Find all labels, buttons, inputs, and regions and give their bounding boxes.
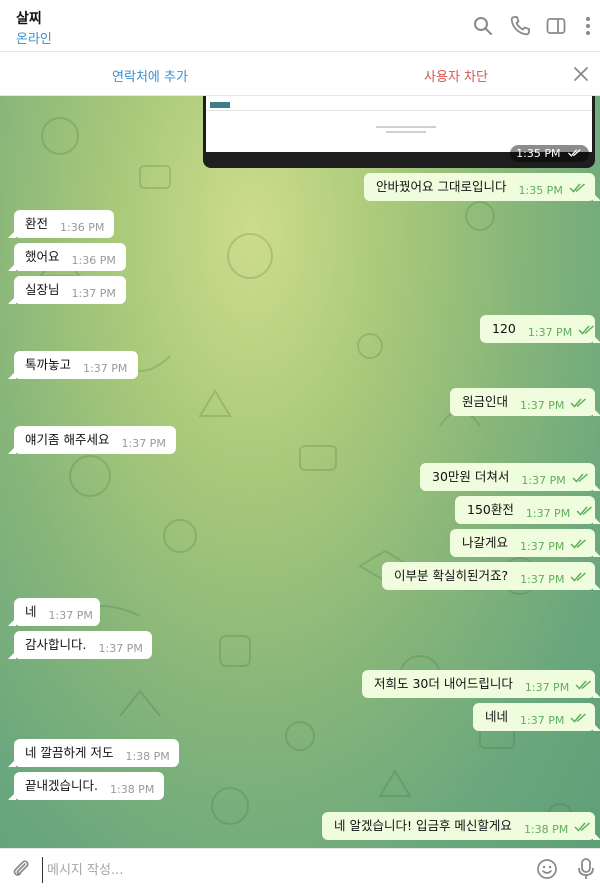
block-user-button[interactable]: 사용자 차단 <box>300 66 600 85</box>
message-timestamp: 1:37 PM <box>520 573 565 586</box>
outgoing-message[interactable]: 이부분 확실히된거죠? 1:37 PM <box>382 562 600 590</box>
double-check-icon <box>576 506 593 516</box>
incoming-message[interactable]: 감사합니다. 1:37 PM <box>8 631 152 659</box>
outgoing-message[interactable]: 원금인대 1:37 PM <box>450 388 600 416</box>
chat-title[interactable]: 살찌 <box>16 8 42 28</box>
message-text: 환전 <box>25 216 49 231</box>
contact-action-bar: 연락처에 추가 사용자 차단 <box>0 52 600 96</box>
outgoing-message[interactable]: 네 알겠습니다! 입금후 메신할게요 1:38 PM <box>322 812 600 840</box>
message-text: 네네 <box>485 709 509 724</box>
outgoing-message[interactable]: 120 1:37 PM <box>480 315 600 343</box>
incoming-message[interactable]: 환전 1:36 PM <box>8 210 114 238</box>
message-timestamp: 1:35 PM <box>518 184 563 197</box>
message-text: 저희도 30더 내어드립니다 <box>374 676 513 691</box>
message-text: 네 <box>25 604 37 619</box>
double-check-icon <box>575 680 592 690</box>
incoming-message[interactable]: 실장님 1:37 PM <box>8 276 126 304</box>
double-check-icon <box>578 325 595 335</box>
message-timestamp: 1:37 PM <box>98 642 143 655</box>
message-text: 150환전 <box>467 502 514 517</box>
message-timestamp: 1:36 PM <box>71 254 116 267</box>
double-check-icon <box>570 539 587 549</box>
outgoing-message[interactable]: 저희도 30더 내어드립니다 1:37 PM <box>362 670 600 698</box>
message-text: 이부분 확실히된거죠? <box>394 568 509 583</box>
message-timestamp: 1:37 PM <box>525 507 571 520</box>
chat-history[interactable]: 1:35 PM 안바꿨어요 그대로입니다 1:35 PM 환전 1:36 PM 했어요 1… <box>0 96 600 848</box>
message-timestamp: 1:37 PM <box>527 326 573 339</box>
double-check-icon <box>567 149 581 157</box>
incoming-message[interactable]: 했어요 1:36 PM <box>8 243 126 271</box>
more-icon[interactable] <box>576 14 600 38</box>
chat-header: 살찌 온라인 <box>0 0 600 52</box>
message-text: 톡까놓고 <box>25 357 72 372</box>
message-timestamp: 1:37 PM <box>71 287 116 300</box>
mic-icon[interactable] <box>576 857 596 881</box>
message-text: 원금인대 <box>462 394 509 409</box>
add-contact-button[interactable]: 연락처에 추가 <box>0 66 300 85</box>
close-icon[interactable] <box>570 63 592 85</box>
image-preview[interactable]: 1:35 PM <box>203 96 595 168</box>
outgoing-message[interactable]: 150환전 1:37 PM <box>455 496 600 524</box>
message-timestamp: 1:37 PM <box>524 681 570 694</box>
outgoing-message[interactable]: 네네 1:37 PM <box>473 703 600 731</box>
incoming-message[interactable]: 끝내겠습니다. 1:38 PM <box>8 772 164 800</box>
image-preview-content <box>206 96 592 152</box>
message-timestamp: 1:37 PM <box>520 714 565 727</box>
message-timestamp: 1:37 PM <box>521 474 566 487</box>
emoji-icon[interactable] <box>536 858 558 880</box>
double-check-icon <box>569 183 585 193</box>
incoming-message[interactable]: 얘기좀 해주세요 1:37 PM <box>8 426 176 454</box>
message-text: 얘기좀 해주세요 <box>25 432 110 447</box>
message-text: 네 깔끔하게 저도 <box>25 745 114 760</box>
chat-status: 온라인 <box>16 32 52 47</box>
message-timestamp: 1:38 PM <box>125 750 170 763</box>
message-timestamp: 1:37 PM <box>520 399 565 412</box>
outgoing-message[interactable]: 나갈게요 1:37 PM <box>450 529 600 557</box>
message-timestamp: 1:38 PM <box>109 783 155 796</box>
double-check-icon <box>570 713 587 723</box>
message-text: 실장님 <box>25 282 60 297</box>
message-input[interactable] <box>42 857 519 883</box>
message-text: 감사합니다. <box>25 637 87 652</box>
message-text: 나갈게요 <box>462 535 509 550</box>
message-timestamp: 1:37 PM <box>83 362 128 375</box>
double-check-icon <box>574 822 591 832</box>
message-text: 120 <box>492 321 516 336</box>
double-check-icon <box>572 473 588 483</box>
phone-icon[interactable] <box>508 14 532 38</box>
message-timestamp: 1:37 PM <box>520 540 565 553</box>
sidebar-icon[interactable] <box>544 14 568 38</box>
search-icon[interactable] <box>471 14 495 38</box>
message-text: 네 알겠습니다! 입금후 메신할게요 <box>334 818 512 833</box>
incoming-message[interactable]: 네 깔끔하게 저도 1:38 PM <box>8 739 179 767</box>
message-text: 끝내겠습니다. <box>25 778 98 793</box>
image-timestamp: 1:35 PM <box>510 145 589 162</box>
double-check-icon <box>570 398 587 408</box>
message-timestamp: 1:37 PM <box>48 609 93 622</box>
outgoing-message[interactable]: 안바꿨어요 그대로입니다 1:35 PM <box>364 173 600 201</box>
message-timestamp: 1:38 PM <box>523 823 569 836</box>
message-timestamp: 1:37 PM <box>121 437 166 450</box>
outgoing-message[interactable]: 30만원 더쳐서 1:37 PM <box>420 463 600 491</box>
message-text: 30만원 더쳐서 <box>432 469 510 484</box>
attach-icon[interactable] <box>10 858 32 880</box>
incoming-message[interactable]: 네 1:37 PM <box>8 598 100 626</box>
message-text: 안바꿨어요 그대로입니다 <box>376 179 507 194</box>
double-check-icon <box>570 572 587 582</box>
message-composer <box>0 848 600 890</box>
message-timestamp: 1:36 PM <box>60 221 105 234</box>
incoming-message[interactable]: 톡까놓고 1:37 PM <box>8 351 138 379</box>
message-text: 했어요 <box>25 249 60 264</box>
